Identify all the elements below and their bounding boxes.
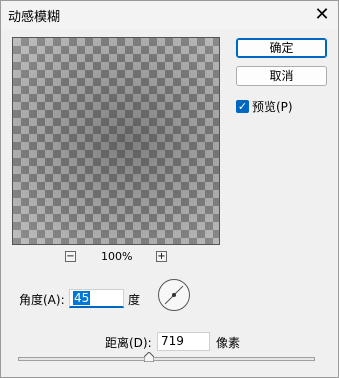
distance-unit: 像素 [216, 336, 241, 350]
preview-checkbox[interactable]: ✓ [236, 100, 249, 113]
angle-dial-needle [164, 285, 184, 305]
zoom-out-button[interactable]: − [65, 251, 76, 262]
angle-input[interactable]: 45 [69, 289, 124, 308]
distance-input[interactable]: 719 [157, 332, 210, 351]
ok-button[interactable]: 确定 [236, 38, 327, 58]
angle-dial[interactable] [158, 279, 190, 311]
preview-blur-overlay [13, 38, 219, 244]
distance-slider-track[interactable] [18, 357, 315, 361]
motion-blur-dialog: 动感模糊 ✕ − 100% + 确定 取消 ✓ 预览(P) 角度(A): 45 … [0, 0, 339, 378]
angle-label: 角度(A): [19, 293, 65, 307]
preview-checkbox-label: 预览(P) [252, 100, 293, 114]
preview-option[interactable]: ✓ 预览(P) [236, 98, 293, 115]
close-icon[interactable]: ✕ [312, 5, 332, 25]
zoom-level: 100% [101, 250, 133, 263]
angle-unit: 度 [128, 293, 141, 307]
preview-image[interactable] [12, 37, 220, 245]
cancel-button[interactable]: 取消 [236, 66, 327, 86]
distance-value: 719 [161, 334, 184, 348]
title-bar: 动感模糊 ✕ [1, 1, 338, 29]
distance-label: 距离(D): [105, 336, 152, 350]
distance-slider-thumb[interactable] [143, 352, 154, 362]
window-title: 动感模糊 [8, 10, 61, 25]
zoom-in-button[interactable]: + [156, 251, 167, 262]
angle-value: 45 [73, 291, 91, 305]
